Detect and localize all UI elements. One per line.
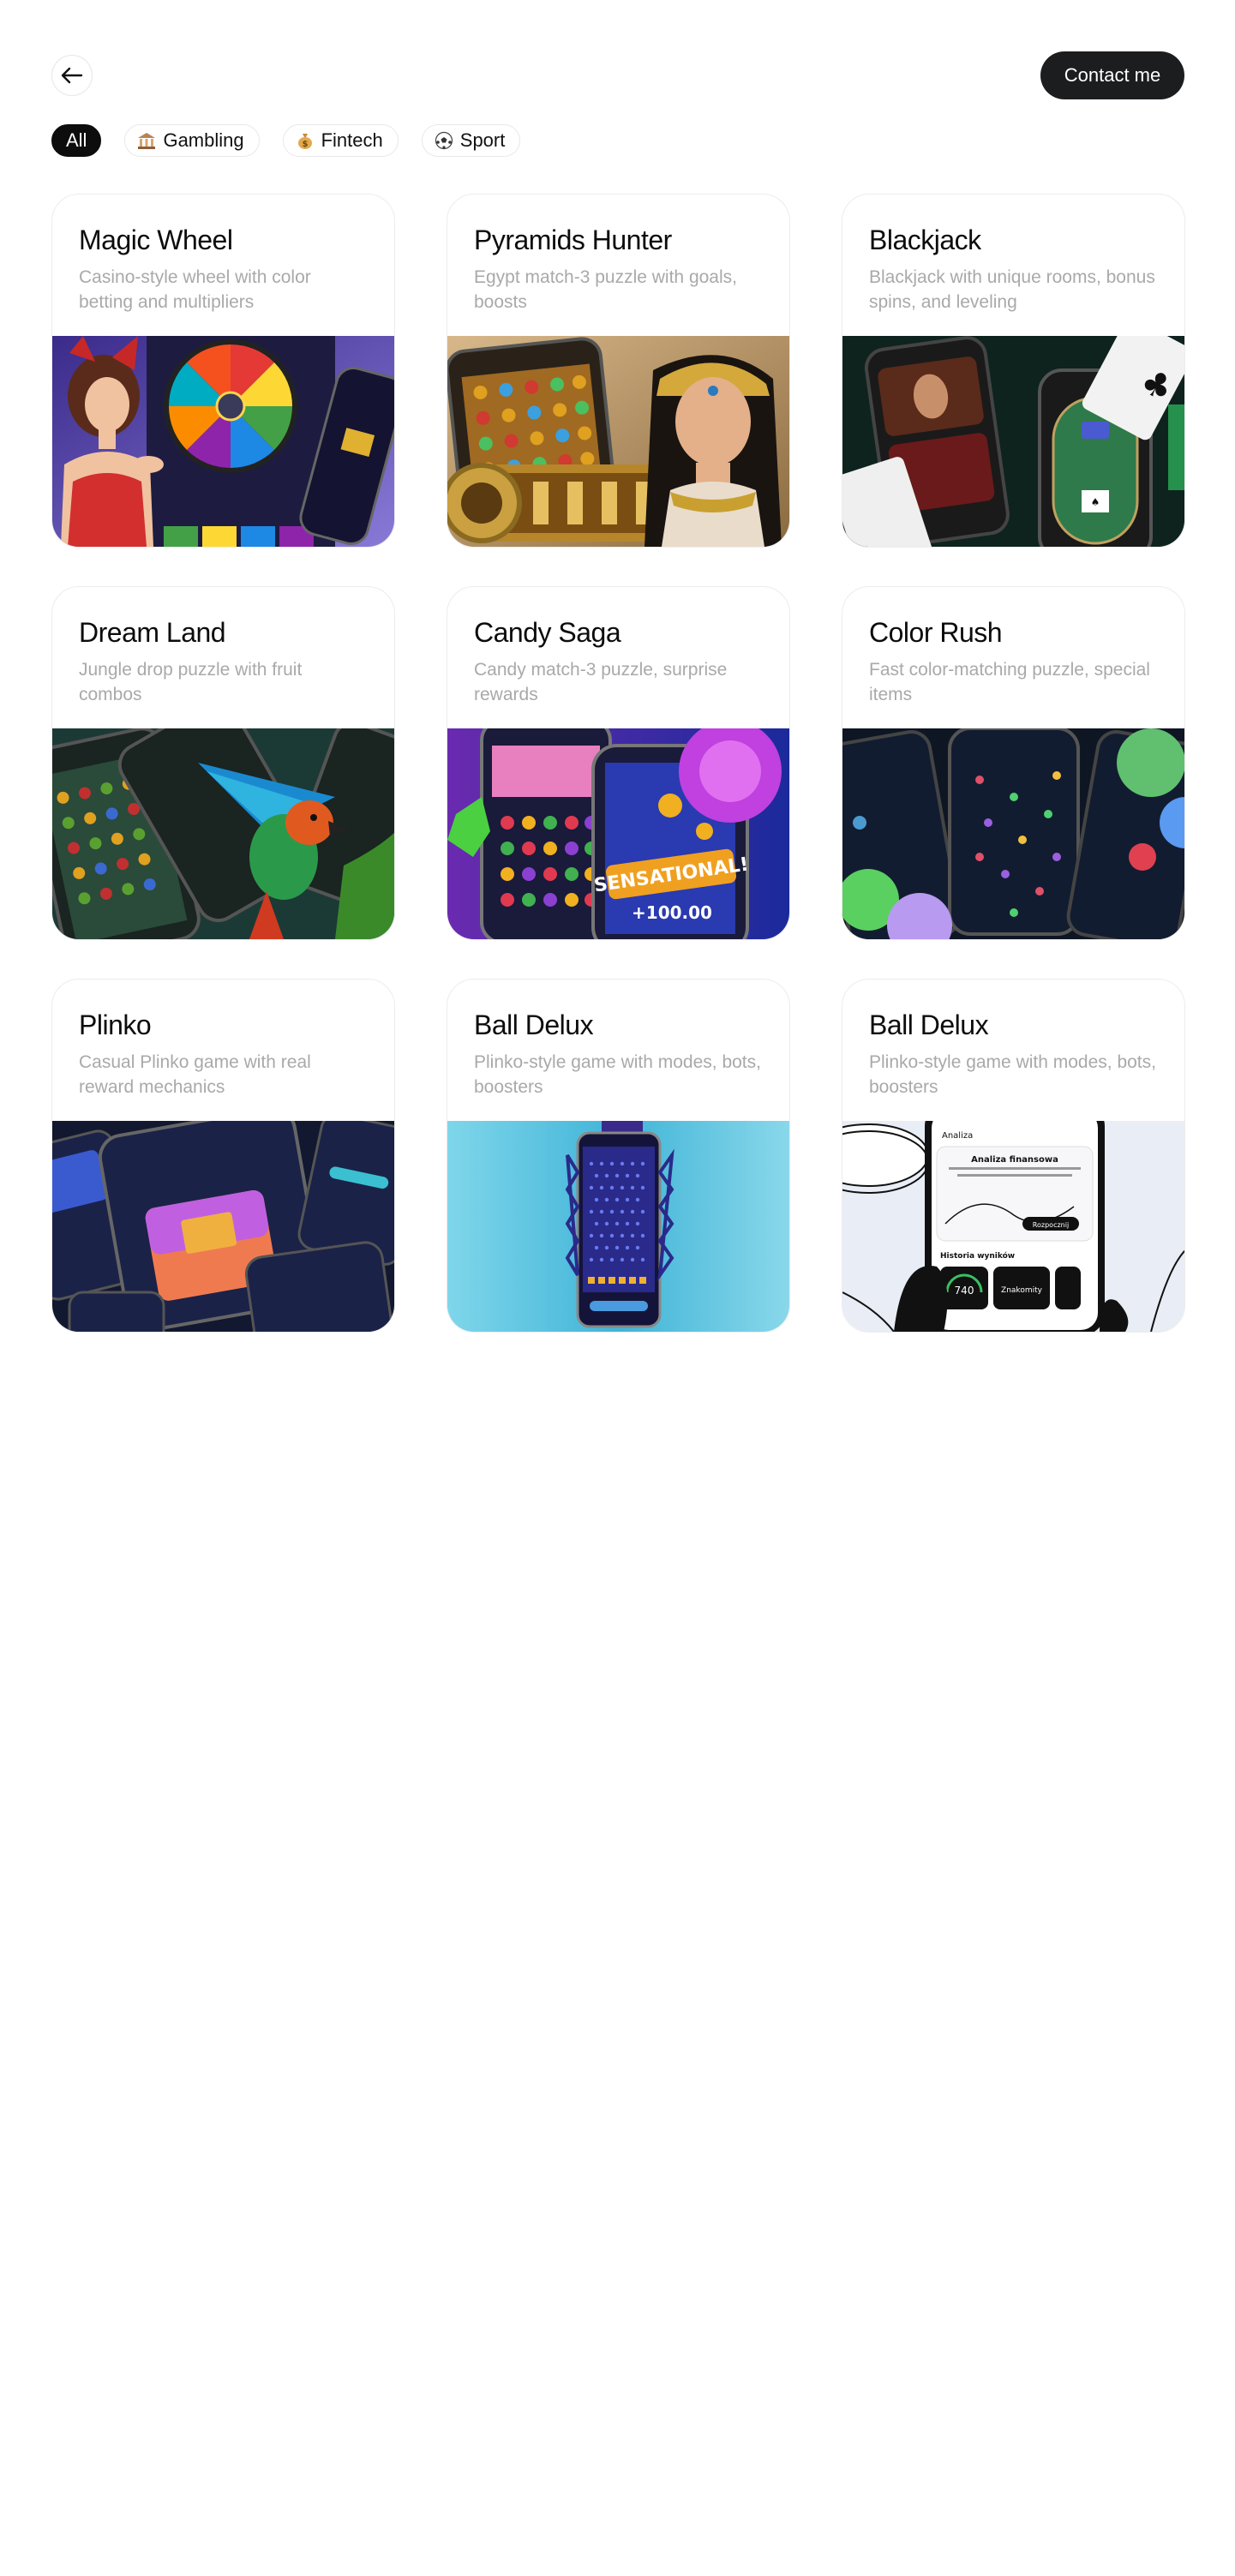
back-button[interactable]: [51, 55, 93, 96]
bank-emoji-icon: [137, 131, 156, 150]
filter-chip-label: All: [66, 129, 87, 151]
card-description: Casino-style wheel with color betting an…: [79, 267, 311, 312]
blackjack-artwork: ♠ ♣: [842, 336, 1184, 547]
category-filters: All Gambling $ Fintech Sport: [51, 124, 521, 157]
color-rush-artwork: [842, 728, 1184, 939]
project-card-blackjack[interactable]: Blackjack Blackjack with unique rooms, b…: [842, 194, 1185, 548]
arrow-left-icon: [61, 67, 83, 84]
card-title: Ball Delux: [869, 1009, 989, 1040]
contact-me-button[interactable]: Contact me: [1040, 51, 1184, 99]
svg-text:♠: ♠: [1091, 496, 1100, 508]
project-card-ball-delux[interactable]: Ball Delux Plinko-style game with modes,…: [447, 979, 790, 1333]
project-grid: Magic Wheel Casino-style wheel with colo…: [51, 194, 1185, 1333]
pyramids-hunter-artwork: [447, 336, 789, 547]
finance-score-text: 740: [955, 1285, 974, 1297]
project-card-color-rush[interactable]: Color Rush Fast color-matching puzzle, s…: [842, 586, 1185, 940]
card-description: Candy match-3 puzzle, surprise rewards: [474, 660, 728, 704]
card-description: Blackjack with unique rooms, bonus spins…: [869, 267, 1155, 312]
filter-chip-label: Sport: [459, 129, 506, 151]
card-title: Dream Land: [79, 617, 226, 648]
card-description: Plinko-style game with modes, bots, boos…: [869, 1052, 1156, 1097]
filter-chip-sport[interactable]: Sport: [421, 124, 521, 157]
money-bag-emoji-icon: $: [296, 131, 315, 150]
candy-saga-artwork: SENSATIONAL! +100.00: [447, 728, 789, 939]
soccer-ball-emoji-icon: [435, 131, 453, 150]
plinko-artwork: [52, 1121, 394, 1332]
filter-chip-all[interactable]: All: [51, 124, 102, 157]
finance-title-text: Analiza finansowa: [971, 1155, 1058, 1165]
top-bar: Contact me: [0, 0, 1235, 120]
project-card-candy-saga[interactable]: Candy Saga Candy match-3 puzzle, surpris…: [447, 586, 790, 940]
finance-history-text: Historia wyników: [940, 1251, 1015, 1261]
project-card-dream-land[interactable]: Dream Land Jungle drop puzzle with fruit…: [51, 586, 395, 940]
card-title: Ball Delux: [474, 1009, 594, 1040]
card-title: Plinko: [79, 1009, 152, 1040]
card-title: Pyramids Hunter: [474, 225, 672, 255]
card-title: Blackjack: [869, 225, 981, 255]
card-title: Magic Wheel: [79, 225, 233, 255]
magic-wheel-artwork: [52, 336, 394, 547]
ball-delux-artwork: [447, 1121, 789, 1332]
project-card-plinko[interactable]: Plinko Casual Plinko game with real rewa…: [51, 979, 395, 1333]
dream-land-artwork: [52, 728, 394, 939]
project-card-magic-wheel[interactable]: Magic Wheel Casino-style wheel with colo…: [51, 194, 395, 548]
ball-delux-fintech-artwork: Analiza Analiza finansowa Rozpocznij His…: [842, 1121, 1184, 1332]
project-card-ball-delux-2[interactable]: Ball Delux Plinko-style game with modes,…: [842, 979, 1185, 1333]
finance-button-text: Rozpocznij: [1033, 1221, 1069, 1229]
finance-status-text: Znakomity: [1001, 1286, 1043, 1295]
filter-chip-fintech[interactable]: $ Fintech: [282, 124, 399, 157]
finance-header-text: Analiza: [942, 1131, 973, 1141]
filter-chip-label: Gambling: [163, 129, 244, 151]
filter-chip-gambling[interactable]: Gambling: [124, 124, 260, 157]
card-description: Casual Plinko game with real reward mech…: [79, 1052, 311, 1097]
candy-amount-text: +100.00: [632, 902, 712, 923]
project-card-pyramids-hunter[interactable]: Pyramids Hunter Egypt match-3 puzzle wit…: [447, 194, 790, 548]
filter-chip-label: Fintech: [321, 129, 383, 151]
card-title: Color Rush: [869, 617, 1003, 648]
card-description: Egypt match-3 puzzle with goals, boosts: [474, 267, 737, 312]
card-description: Fast color-matching puzzle, special item…: [869, 660, 1150, 704]
card-description: Jungle drop puzzle with fruit combos: [79, 660, 303, 704]
card-description: Plinko-style game with modes, bots, boos…: [474, 1052, 761, 1097]
card-title: Candy Saga: [474, 617, 621, 648]
svg-text:$: $: [302, 140, 308, 149]
